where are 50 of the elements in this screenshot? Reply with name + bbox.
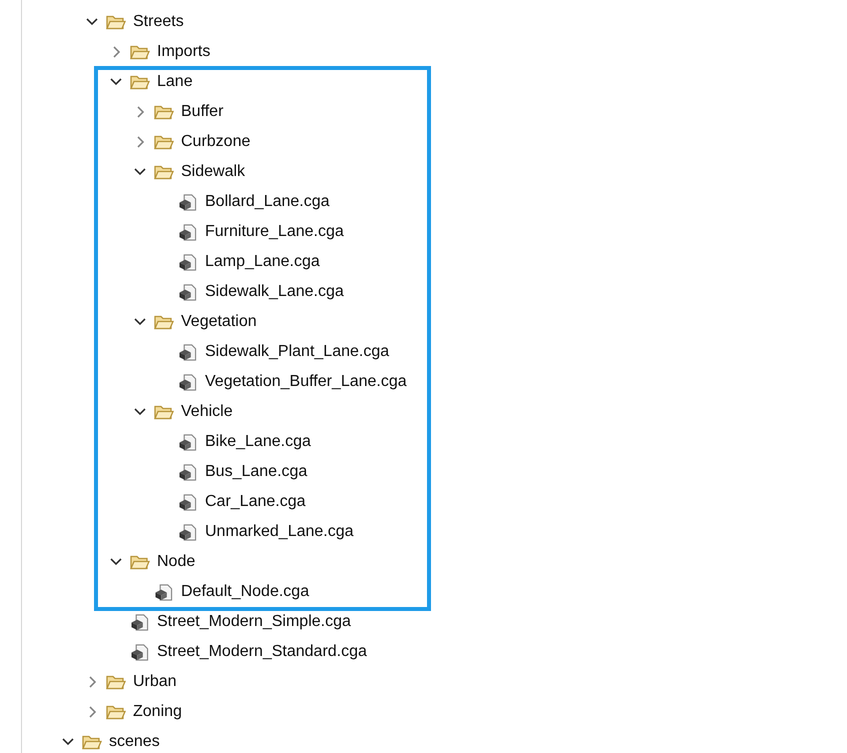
folder-icon: [154, 404, 174, 420]
rule-file-icon: [178, 434, 198, 450]
folder-icon: [154, 134, 174, 150]
folder-name[interactable]: Zoning: [133, 703, 182, 721]
rule-file-icon: [178, 194, 198, 210]
folder-name[interactable]: Lane: [157, 73, 193, 91]
folder-name[interactable]: Vegetation: [181, 313, 257, 331]
folder-icon: [82, 734, 102, 750]
folder-name[interactable]: Curbzone: [181, 133, 250, 151]
file-name[interactable]: Bus_Lane.cga: [205, 463, 308, 481]
folder-name[interactable]: Buffer: [181, 103, 224, 121]
rule-file-icon: [178, 284, 198, 300]
folder-name[interactable]: Imports: [157, 43, 210, 61]
folder-name[interactable]: Streets: [133, 13, 184, 31]
file-name[interactable]: Vegetation_Buffer_Lane.cga: [205, 373, 407, 391]
file-name[interactable]: Unmarked_Lane.cga: [205, 523, 354, 541]
rule-file-icon: [130, 614, 150, 630]
file-name[interactable]: Sidewalk_Lane.cga: [205, 283, 344, 301]
folder-name[interactable]: Urban: [133, 673, 177, 691]
rule-file-icon: [130, 644, 150, 660]
folder-icon: [106, 14, 126, 30]
folder-name[interactable]: Node: [157, 553, 196, 571]
rule-file-icon: [178, 254, 198, 270]
folder-icon: [130, 44, 150, 60]
folder-name[interactable]: scenes: [109, 733, 160, 751]
file-name[interactable]: Furniture_Lane.cga: [205, 223, 344, 241]
rule-file-icon: [178, 344, 198, 360]
folder-icon: [106, 674, 126, 690]
folder-icon: [106, 704, 126, 720]
rule-file-icon: [178, 224, 198, 240]
folder-icon: [130, 554, 150, 570]
file-name[interactable]: Street_Modern_Standard.cga: [157, 643, 367, 661]
folder-icon: [130, 74, 150, 90]
file-name[interactable]: Default_Node.cga: [181, 583, 310, 601]
file-name[interactable]: Lamp_Lane.cga: [205, 253, 320, 271]
file-name[interactable]: Car_Lane.cga: [205, 493, 306, 511]
folder-icon: [154, 314, 174, 330]
rule-file-icon: [178, 374, 198, 390]
file-name[interactable]: Bike_Lane.cga: [205, 433, 311, 451]
rule-file-icon: [178, 494, 198, 510]
rule-file-icon: [178, 464, 198, 480]
file-name[interactable]: Street_Modern_Simple.cga: [157, 613, 351, 631]
rule-file-icon: [154, 584, 174, 600]
folder-name[interactable]: Vehicle: [181, 403, 233, 421]
rule-file-icon: [178, 524, 198, 540]
file-name[interactable]: Sidewalk_Plant_Lane.cga: [205, 343, 390, 361]
folder-name[interactable]: Sidewalk: [181, 163, 246, 181]
file-name[interactable]: Bollard_Lane.cga: [205, 193, 330, 211]
folder-icon: [154, 164, 174, 180]
folder-icon: [154, 104, 174, 120]
